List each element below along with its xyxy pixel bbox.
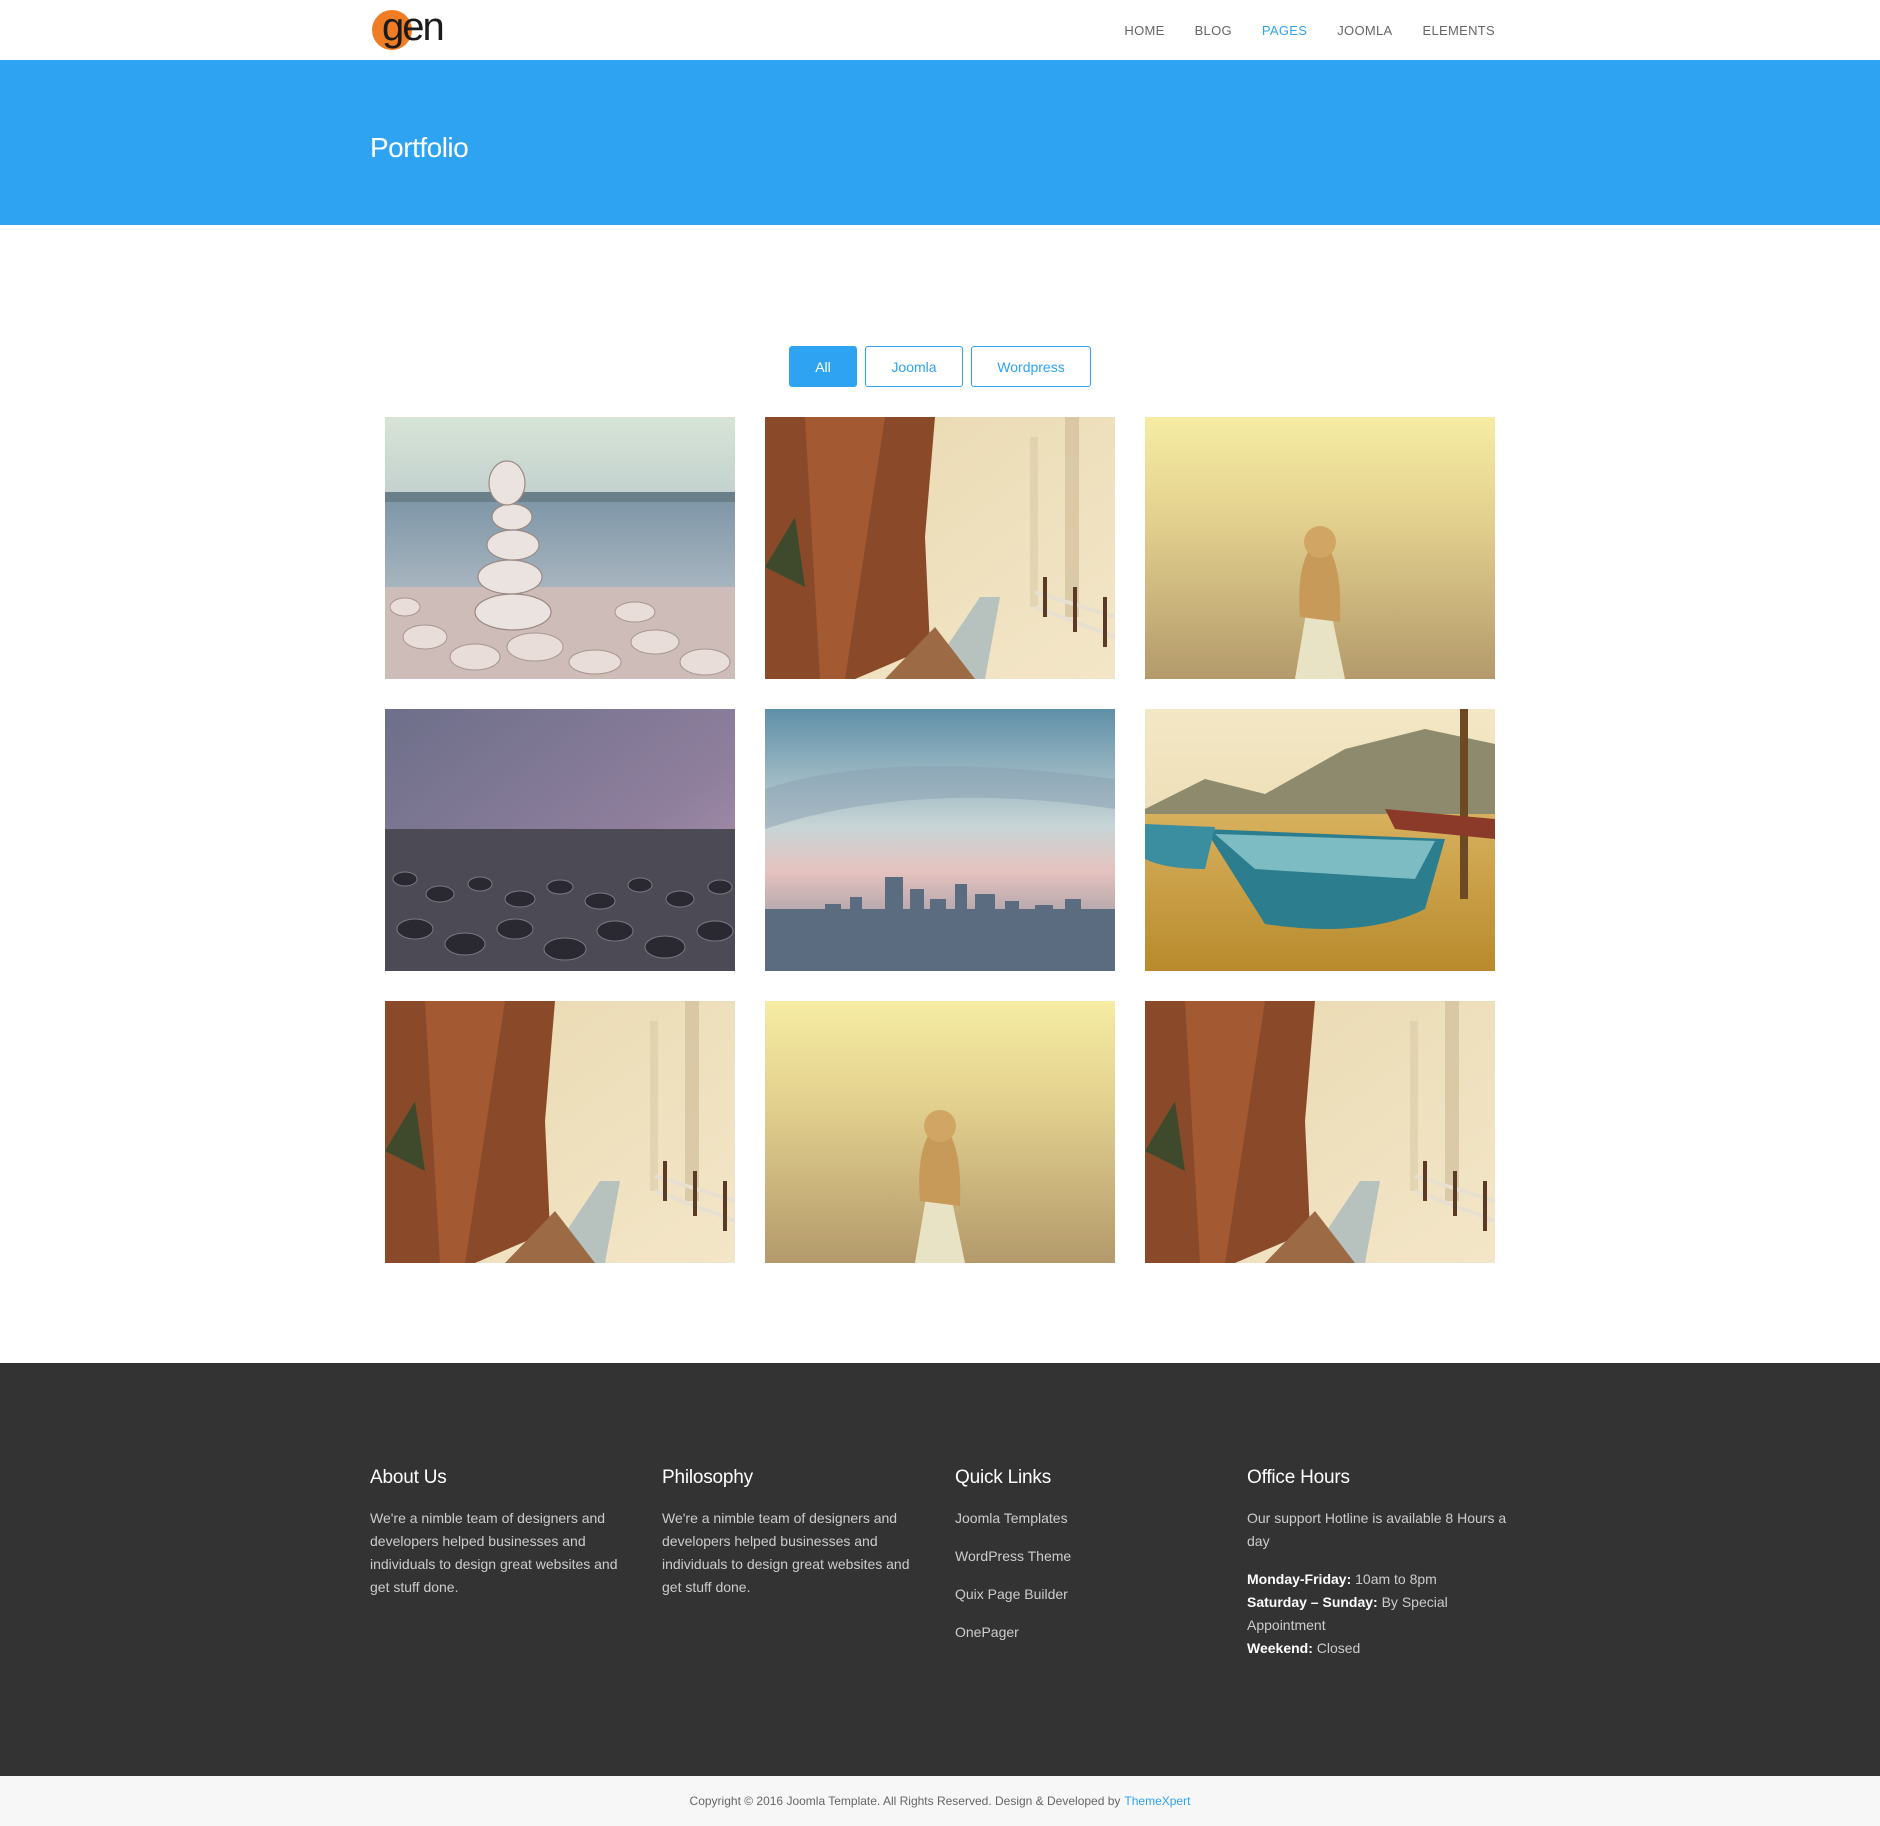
portfolio-filters: All Joomla Wordpress [0, 346, 1880, 387]
portfolio-item[interactable] [765, 709, 1115, 971]
forest-tree-path-image [765, 417, 1115, 679]
footer-quick-links: Quick Links Joomla Templates WordPress T… [955, 1467, 1215, 1659]
portfolio-item[interactable] [1145, 1001, 1495, 1263]
hours-weekend-label: Weekend: [1247, 1640, 1313, 1656]
copyright-text: Copyright © 2016 Joomla Template. All Ri… [689, 1794, 1121, 1808]
quick-links-list: Joomla Templates WordPress Theme Quix Pa… [955, 1507, 1215, 1659]
nav-item-elements[interactable]: ELEMENTS [1423, 23, 1495, 38]
forest-tree-path-image [1145, 1001, 1495, 1263]
filter-all-button[interactable]: All [789, 346, 857, 387]
nav-item-pages[interactable]: PAGES [1262, 23, 1307, 38]
footer-philosophy-text: We're a nimble team of designers and dev… [662, 1510, 910, 1595]
hours-weekdays-value: 10am to 8pm [1355, 1571, 1437, 1587]
hours-weekdays: Monday-Friday: 10am to 8pm [1247, 1568, 1507, 1591]
footer-quick-links-title: Quick Links [955, 1467, 1052, 1488]
quick-link-quix-page-builder[interactable]: Quix Page Builder [955, 1583, 1215, 1621]
quick-link-onepager[interactable]: OnePager [955, 1621, 1215, 1659]
page-title: Portfolio [370, 132, 469, 163]
quick-link-wordpress-theme[interactable]: WordPress Theme [955, 1545, 1215, 1583]
forest-tree-path-image [385, 1001, 735, 1263]
hours-weekend: Weekend: Closed [1247, 1637, 1507, 1660]
hours-weekend-days: Saturday – Sunday: By Special Appointmen… [1247, 1591, 1507, 1637]
nav-item-joomla[interactable]: JOOMLA [1337, 23, 1392, 38]
main-nav: HOME BLOG PAGES JOOMLA ELEMENTS [1124, 0, 1495, 60]
footer-about: About Us We're a nimble team of designer… [370, 1467, 630, 1599]
city-skyline-image [765, 709, 1115, 971]
portfolio-item[interactable] [1145, 417, 1495, 679]
nav-item-home[interactable]: HOME [1124, 23, 1164, 38]
boats-on-lake-image [1145, 709, 1495, 971]
hours-weekend-value: Closed [1316, 1640, 1361, 1656]
portfolio-item[interactable] [385, 1001, 735, 1263]
logo-text: gen [382, 5, 445, 49]
portfolio-item[interactable] [765, 1001, 1115, 1263]
filter-joomla-button[interactable]: Joomla [865, 346, 963, 387]
footer-philosophy-title: Philosophy [662, 1467, 753, 1488]
footer-philosophy: Philosophy We're a nimble team of design… [662, 1467, 922, 1599]
stacked-stones-image [385, 417, 735, 679]
site-footer: About Us We're a nimble team of designer… [0, 1363, 1880, 1776]
page-banner: Portfolio [0, 60, 1880, 225]
footer-about-title: About Us [370, 1467, 447, 1488]
portfolio-grid [385, 417, 1495, 1263]
site-header: gen HOME BLOG PAGES JOOMLA ELEMENTS [0, 0, 1880, 60]
nav-item-blog[interactable]: BLOG [1195, 23, 1232, 38]
footer-office-hours: Office Hours Our support Hotline is avai… [1247, 1467, 1507, 1660]
quick-link-joomla-templates[interactable]: Joomla Templates [955, 1507, 1215, 1545]
filter-wordpress-button[interactable]: Wordpress [971, 346, 1091, 387]
copyright-bar: Copyright © 2016 Joomla Template. All Ri… [0, 1776, 1880, 1826]
portfolio-item[interactable] [385, 709, 735, 971]
hours-weekdays-label: Monday-Friday: [1247, 1571, 1352, 1587]
site-logo[interactable]: gen [370, 5, 452, 52]
portfolio-item[interactable] [1145, 709, 1495, 971]
girl-in-field-image [765, 1001, 1115, 1263]
footer-about-text: We're a nimble team of designers and dev… [370, 1510, 618, 1595]
girl-in-field-image [1145, 417, 1495, 679]
pebble-beach-image [385, 709, 735, 971]
hours-weekend-days-label: Saturday – Sunday: [1247, 1594, 1378, 1610]
themexpert-link[interactable]: ThemeXpert [1124, 1794, 1190, 1808]
footer-office-hours-title: Office Hours [1247, 1467, 1350, 1488]
portfolio-item[interactable] [385, 417, 735, 679]
office-hours-intro: Our support Hotline is available 8 Hours… [1247, 1510, 1507, 1549]
portfolio-item[interactable] [765, 417, 1115, 679]
